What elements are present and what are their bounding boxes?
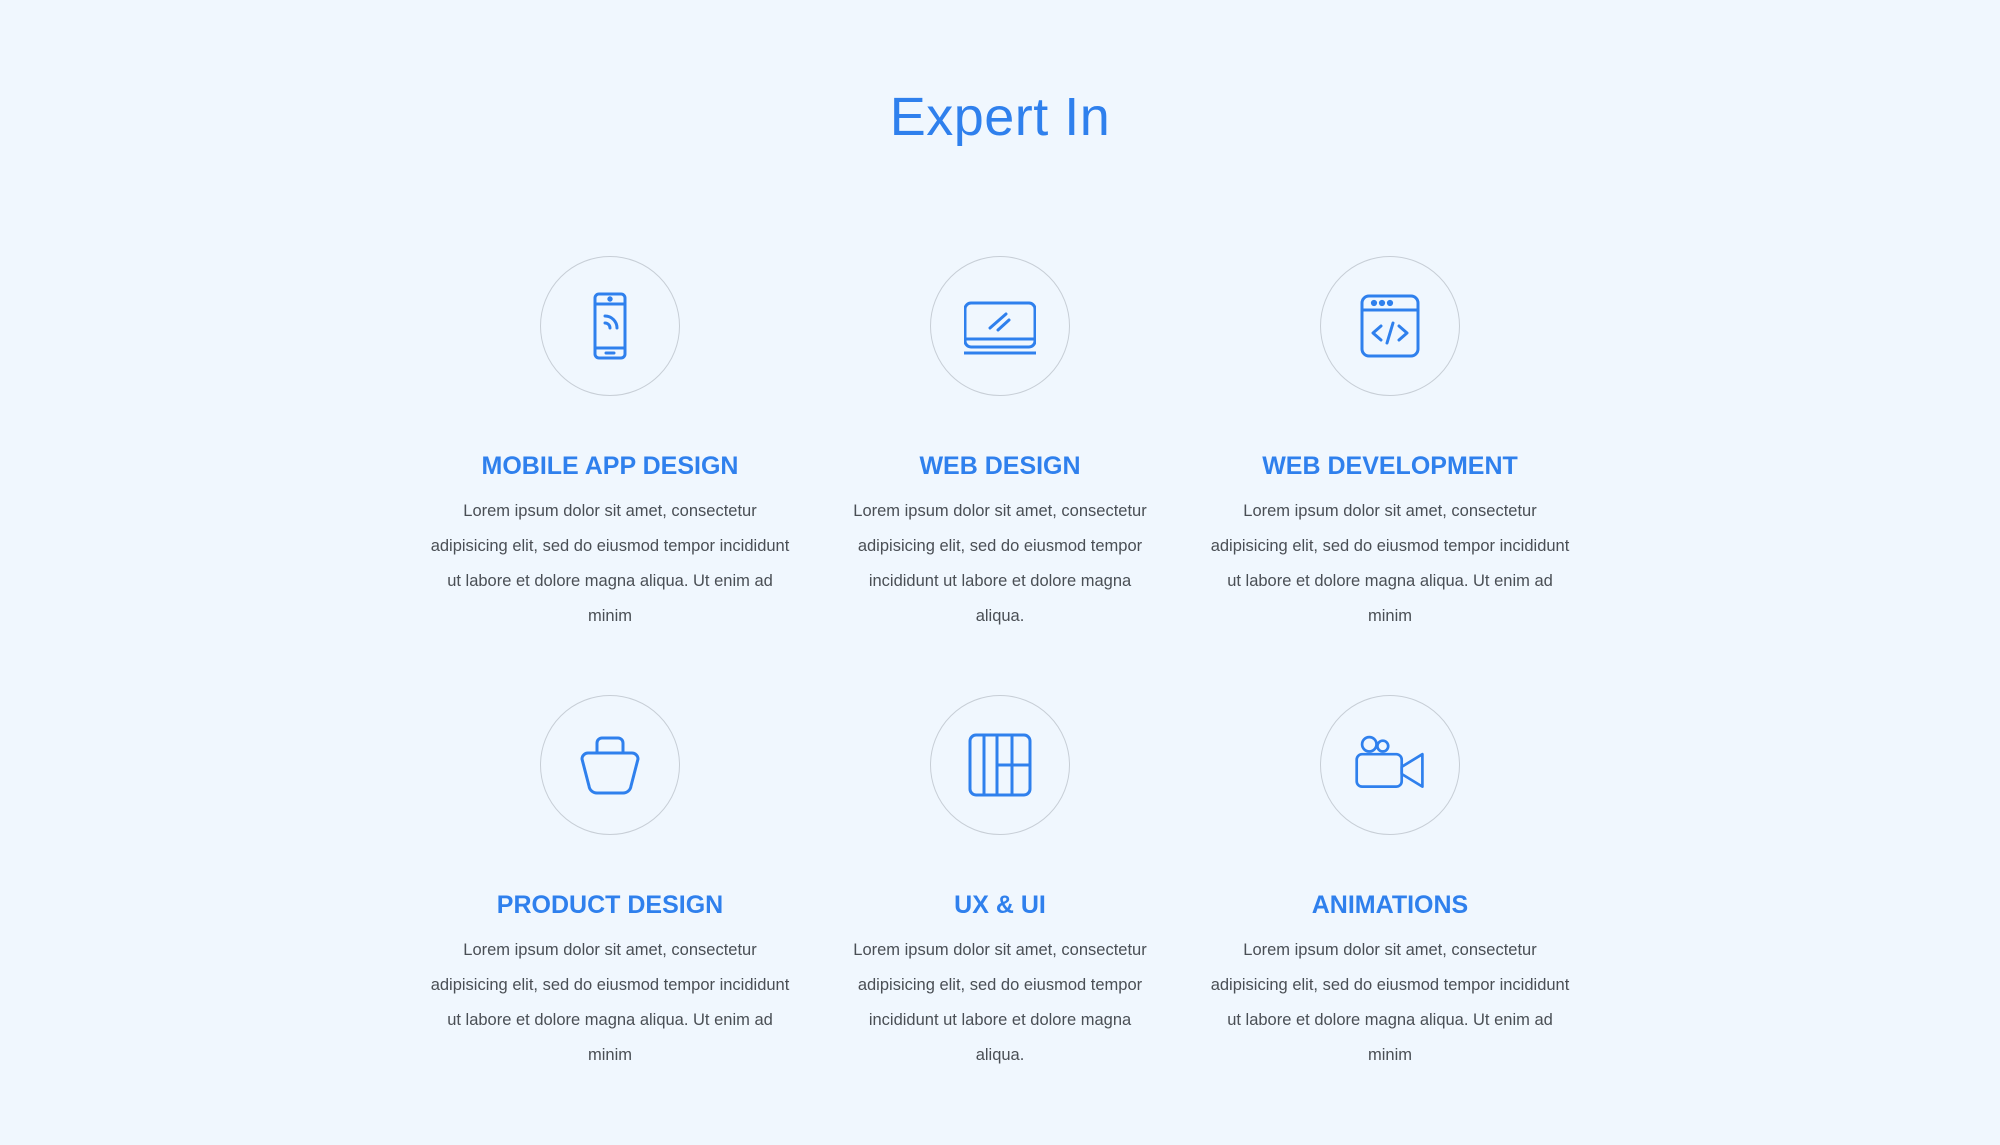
service-title: MOBILE APP DESIGN [481, 452, 739, 480]
service-description: Lorem ipsum dolor sit amet, consectetur … [430, 941, 790, 1064]
service-title: WEB DESIGN [919, 452, 1081, 480]
service-card-ux-ui: UX & UI Lorem ipsum dolor sit amet, cons… [810, 695, 1190, 1073]
service-description: Lorem ipsum dolor sit amet, consectetur … [430, 502, 790, 625]
laptop-icon [964, 301, 1036, 355]
mobile-phone-icon [593, 292, 627, 360]
icon-circle [1320, 256, 1460, 396]
service-card-web-design: WEB DESIGN Lorem ipsum dolor sit amet, c… [810, 256, 1190, 634]
icon-circle [540, 695, 680, 835]
service-card-animations: ANIMATIONS Lorem ipsum dolor sit amet, c… [1200, 695, 1580, 1073]
bag-icon [580, 736, 640, 795]
service-card-mobile-app-design: MOBILE APP DESIGN Lorem ipsum dolor sit … [420, 256, 800, 634]
service-description: Lorem ipsum dolor sit amet, consectetur … [1210, 941, 1570, 1064]
icon-circle [930, 695, 1070, 835]
service-description: Lorem ipsum dolor sit amet, consectetur … [853, 502, 1147, 625]
service-title: WEB DEVELOPMENT [1262, 452, 1518, 480]
grid-layout-icon [968, 733, 1032, 797]
service-title: ANIMATIONS [1311, 891, 1469, 919]
service-description: Lorem ipsum dolor sit amet, consectetur … [853, 941, 1147, 1064]
service-card-product-design: PRODUCT DESIGN Lorem ipsum dolor sit ame… [420, 695, 800, 1073]
service-title: UX & UI [954, 891, 1046, 919]
code-window-icon [1360, 294, 1420, 358]
icon-circle [1320, 695, 1460, 835]
icon-circle [540, 256, 680, 396]
service-card-web-development: WEB DEVELOPMENT Lorem ipsum dolor sit am… [1200, 256, 1580, 634]
video-camera-icon [1355, 735, 1424, 788]
icon-circle [930, 256, 1070, 396]
service-description: Lorem ipsum dolor sit amet, consectetur … [1210, 502, 1570, 625]
service-title: PRODUCT DESIGN [496, 891, 724, 919]
section-title: Expert In [889, 87, 1111, 147]
